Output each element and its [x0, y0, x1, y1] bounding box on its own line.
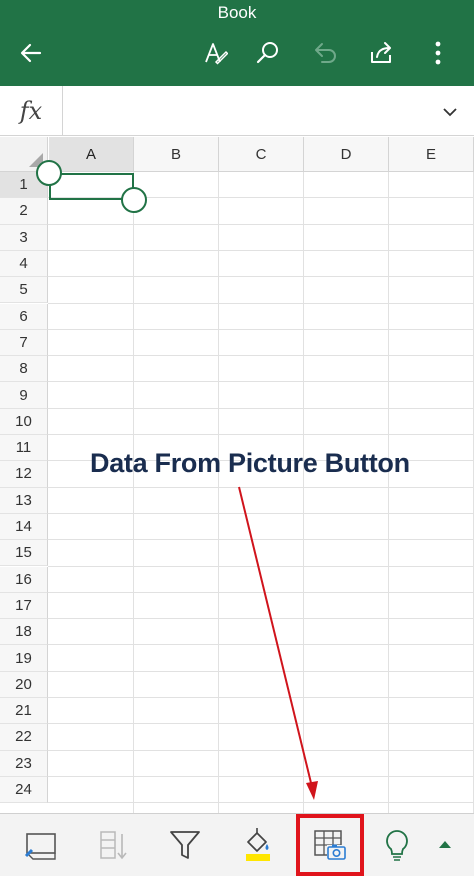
row-header-15[interactable]: 15: [0, 540, 48, 567]
grid-row-line: [48, 802, 474, 804]
bottom-toolbar: [0, 813, 474, 876]
grid-row-line: [48, 276, 474, 278]
column-header-b[interactable]: B: [134, 137, 219, 172]
row-header-4[interactable]: 4: [0, 250, 48, 278]
undo-icon[interactable]: [308, 36, 342, 70]
grid-row-line: [48, 591, 474, 593]
grid-row-line: [48, 565, 474, 567]
expand-up-icon[interactable]: [420, 822, 470, 868]
workbook-title: Book: [217, 3, 257, 22]
highlight-box: [296, 814, 364, 876]
row-header-3[interactable]: 3: [0, 224, 48, 251]
selection-start-handle[interactable]: [36, 160, 62, 186]
row-header-6[interactable]: 6: [0, 303, 48, 330]
filter-icon[interactable]: [160, 822, 210, 868]
grid-row-line: [48, 223, 474, 225]
fill-color-icon[interactable]: [232, 822, 282, 868]
column-header-a[interactable]: A: [49, 137, 134, 172]
row-header-23[interactable]: 23: [0, 750, 48, 777]
grid-column-line: [303, 172, 304, 813]
grid-column-line: [218, 172, 219, 813]
annotation-label: Data From Picture Button: [90, 448, 410, 478]
grid-row-line: [48, 434, 474, 435]
back-arrow-icon[interactable]: [14, 36, 48, 70]
row-header-13[interactable]: 13: [0, 487, 48, 514]
formula-bar: fx: [0, 86, 474, 136]
grid-row-line: [48, 749, 474, 751]
grid-row-line: [48, 355, 474, 357]
grid-row-line: [48, 644, 474, 646]
grid-row-line: [48, 381, 474, 383]
grid-row-line: [48, 539, 474, 541]
row-header-11[interactable]: 11: [0, 435, 48, 462]
column-header-d[interactable]: D: [304, 137, 389, 172]
search-icon[interactable]: [251, 36, 285, 70]
row-header-7[interactable]: 7: [0, 329, 48, 357]
fx-label: fx: [0, 86, 63, 136]
row-header-9[interactable]: 9: [0, 382, 48, 409]
row-header-20[interactable]: 20: [0, 671, 48, 698]
row-header-24[interactable]: 24: [0, 776, 48, 804]
grid-row-line: [48, 618, 474, 620]
share-icon[interactable]: [365, 36, 399, 70]
grid-row-line: [48, 697, 474, 698]
row-header-22[interactable]: 22: [0, 724, 48, 751]
selection-end-handle[interactable]: [121, 187, 147, 213]
ideas-lightbulb-icon[interactable]: [372, 822, 422, 868]
row-header-19[interactable]: 19: [0, 645, 48, 672]
grid-row-line: [48, 407, 474, 409]
column-header-e[interactable]: E: [389, 137, 474, 172]
row-header-2[interactable]: 2: [0, 198, 48, 225]
row-header-5[interactable]: 5: [0, 277, 48, 304]
row-header-18[interactable]: 18: [0, 619, 48, 646]
view-switch-icon[interactable]: [16, 822, 66, 868]
grid-row-line: [48, 328, 474, 330]
draw-pen-icon[interactable]: [198, 36, 232, 70]
row-header-12[interactable]: 12: [0, 461, 48, 488]
grid-row-line: [48, 723, 474, 725]
app-bar: Book: [0, 0, 474, 86]
grid-row-line: [48, 775, 474, 777]
row-header-8[interactable]: 8: [0, 356, 48, 383]
row-header-14[interactable]: 14: [0, 513, 48, 541]
grid-row-line: [48, 512, 474, 514]
column-header-c[interactable]: C: [219, 137, 304, 172]
grid-column-line: [388, 172, 389, 813]
grid-row-line: [48, 670, 474, 672]
formula-input[interactable]: [64, 86, 424, 136]
row-header-17[interactable]: 17: [0, 592, 48, 620]
grid-row-line: [48, 249, 474, 251]
sort-icon[interactable]: [88, 822, 138, 868]
chevron-down-icon[interactable]: [440, 102, 460, 122]
row-header-10[interactable]: 10: [0, 408, 48, 435]
grid-row-line: [48, 486, 474, 488]
grid-row-line: [48, 302, 474, 304]
row-header-21[interactable]: 21: [0, 698, 48, 725]
more-vertical-icon[interactable]: [421, 36, 455, 70]
grid-column-line: [133, 172, 134, 813]
row-header-16[interactable]: 16: [0, 566, 48, 593]
